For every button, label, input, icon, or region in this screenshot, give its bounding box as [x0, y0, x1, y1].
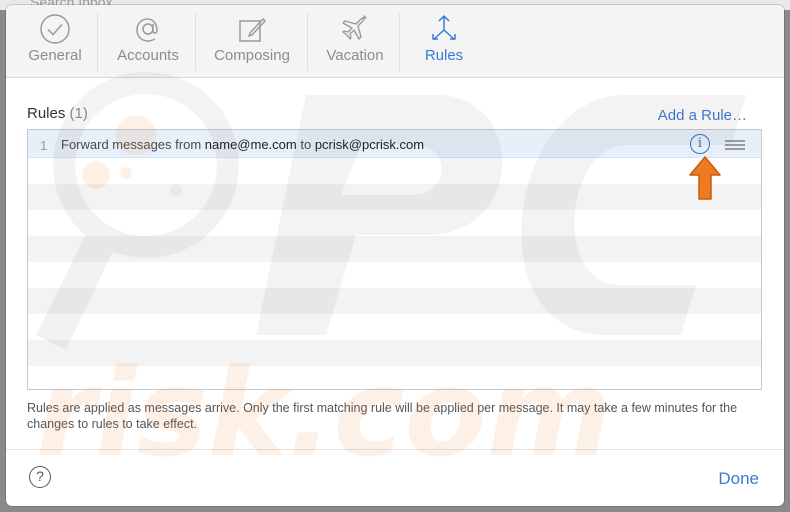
tab-vacation[interactable]: Vacation [320, 13, 390, 73]
drag-handle-icon[interactable] [725, 140, 745, 150]
footer-divider [6, 449, 784, 450]
tab-label: Vacation [326, 47, 384, 64]
rule-description: Forward messages from name@me.com to pcr… [61, 137, 424, 152]
rule-number: 1 [40, 138, 48, 153]
preferences-toolbar: General Accounts Composing Vacation Rule… [6, 5, 784, 78]
rules-footnote: Rules are applied as messages arrive. On… [27, 401, 738, 431]
tab-general[interactable]: General [24, 13, 86, 73]
empty-row [28, 184, 761, 210]
rules-count: (1) [69, 105, 88, 122]
tab-label: Composing [214, 47, 290, 64]
add-rule-link[interactable]: Add a Rule… [658, 107, 747, 124]
tab-label: Rules [424, 47, 464, 64]
empty-row [28, 288, 761, 314]
tab-accounts[interactable]: Accounts [110, 13, 186, 73]
info-icon[interactable]: i [690, 134, 710, 154]
preferences-dialog: General Accounts Composing Vacation Rule… [6, 5, 784, 506]
done-button[interactable]: Done [718, 469, 759, 489]
airplane-icon [320, 13, 390, 47]
tab-label: Accounts [117, 47, 179, 64]
help-icon[interactable]: ? [29, 466, 51, 488]
orange-arrow-annotation [689, 156, 721, 200]
empty-row [28, 236, 761, 262]
checkmark-circle-icon [24, 13, 86, 47]
rule-from-address: name@me.com [204, 137, 297, 152]
empty-row [28, 340, 761, 366]
compose-icon [208, 13, 296, 47]
tab-rules[interactable]: Rules [418, 13, 470, 73]
tab-divider [195, 13, 196, 71]
rules-arrows-icon [418, 13, 470, 47]
tab-divider [307, 13, 308, 71]
tab-label: General [28, 47, 82, 64]
rule-prefix: Forward messages from [61, 137, 202, 152]
at-sign-icon [110, 13, 186, 47]
rules-title: Rules [27, 105, 66, 122]
rule-row[interactable]: 1 Forward messages from name@me.com to p… [28, 130, 761, 158]
rules-list: 1 Forward messages from name@me.com to p… [27, 129, 762, 390]
rules-heading: Rules (1) [27, 105, 88, 122]
rule-connector: to [300, 137, 312, 152]
tab-composing[interactable]: Composing [208, 13, 296, 73]
tab-divider [399, 13, 400, 71]
tab-divider [97, 13, 98, 71]
rule-to-address: pcrisk@pcrisk.com [314, 137, 425, 152]
